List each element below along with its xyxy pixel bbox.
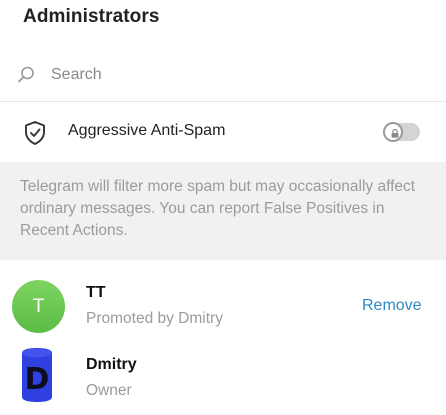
search-icon: [18, 66, 34, 83]
avatar-initial: T: [32, 296, 45, 317]
anti-spam-description-block: Telegram will filter more spam but may o…: [0, 162, 446, 260]
shield-check-icon: [25, 121, 45, 145]
admin-name: Dmitry: [86, 356, 137, 373]
header: Administrators: [0, 0, 446, 40]
toggle-knob: [383, 122, 403, 142]
anti-spam-toggle[interactable]: [383, 122, 420, 142]
admin-row[interactable]: D Dmitry Owner: [0, 345, 446, 409]
lock-icon: [391, 129, 399, 138]
avatar-letter: D: [25, 362, 50, 397]
anti-spam-description: Telegram will filter more spam but may o…: [20, 178, 416, 239]
admin-subtitle: Promoted by Dmitry: [86, 310, 223, 327]
page-title: Administrators: [23, 6, 160, 27]
search-bar[interactable]: [0, 52, 446, 100]
remove-admin-button[interactable]: Remove: [362, 297, 422, 315]
admin-subtitle: Owner: [86, 382, 132, 399]
avatar: D: [22, 348, 52, 402]
search-input[interactable]: [51, 62, 421, 88]
admin-name: TT: [86, 284, 106, 301]
admin-row[interactable]: T TT Promoted by Dmitry Remove: [0, 273, 446, 337]
avatar: T: [12, 280, 65, 333]
aggressive-anti-spam-setting[interactable]: Aggressive Anti-Spam: [0, 102, 446, 162]
anti-spam-label: Aggressive Anti-Spam: [68, 122, 226, 139]
